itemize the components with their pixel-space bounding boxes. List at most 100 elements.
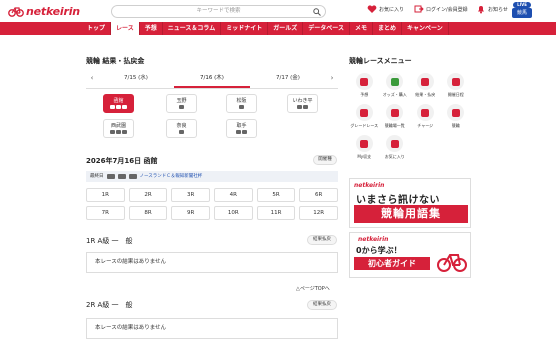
chart-icon	[355, 135, 373, 152]
race-number-grid: 1R 2R 3R 4R 5R 6R 7R 8R 9R 10R 11R 12R	[86, 188, 338, 220]
venue-label: 函館	[113, 98, 124, 104]
prev-date-arrow[interactable]: ‹	[86, 68, 98, 88]
search-icon[interactable]	[313, 8, 321, 16]
menu-item-result[interactable]: 結果・払戻	[410, 73, 441, 98]
coin-icon	[416, 73, 434, 90]
odds-icon	[386, 73, 404, 90]
star-icon	[386, 135, 404, 152]
menu-label: 結果・払戻	[415, 92, 436, 97]
schedule-button[interactable]: 開催種	[313, 155, 337, 165]
bicycle-icon	[437, 254, 467, 272]
favorites-link[interactable]: お気に入り	[367, 4, 404, 14]
race-button-11r[interactable]: 11R	[256, 206, 296, 220]
notice-label: お知らせ	[488, 6, 508, 13]
banner-logo: netkeirin	[354, 182, 385, 189]
race-button-10r[interactable]: 10R	[214, 206, 253, 220]
result-payout-button[interactable]: 結果払戻	[307, 235, 337, 245]
nav-item[interactable]: データベース	[303, 22, 350, 35]
banner-line2: 初心者ガイド	[354, 257, 430, 270]
date-tab-0716[interactable]: 7/16 (木)	[174, 68, 250, 88]
nav-item[interactable]: ミッドナイト	[221, 22, 269, 35]
venue-tamano[interactable]: 玉野	[166, 94, 197, 113]
venue-badges	[104, 105, 133, 109]
menu-item-velodromes[interactable]: 競輪場一覧	[380, 104, 411, 129]
beginner-guide-banner[interactable]: netkeirin 0から学ぶ！ 初心者ガイド	[349, 232, 471, 278]
menu-item-keirin[interactable]: 競輪	[441, 104, 472, 129]
menu-label: 予想	[360, 92, 369, 97]
page-top-link[interactable]: △ページTOPへ	[296, 285, 330, 292]
race-button-6r[interactable]: 6R	[299, 188, 338, 202]
nav-item[interactable]: メモ	[350, 22, 374, 35]
login-label: ログイン/会員登録	[426, 6, 468, 13]
race-button-8r[interactable]: 8R	[128, 206, 168, 220]
venue-matsusaka[interactable]: 松阪	[226, 94, 257, 113]
venue-iwakidaira[interactable]: いわき平	[287, 94, 318, 113]
calendar-icon	[447, 73, 465, 90]
logo-text: netkeirin	[26, 4, 80, 18]
nav-item[interactable]: まとめ	[373, 22, 403, 35]
glossary-banner[interactable]: netkeirin いまさら訊けない 競輪用語集	[349, 178, 471, 228]
bell-icon	[478, 6, 484, 14]
race-1r-title: 1R A級 一 般	[86, 237, 133, 245]
venue-label: 松阪	[236, 98, 247, 104]
race-button-9r[interactable]: 9R	[171, 206, 210, 220]
race-button-5r[interactable]: 5R	[256, 188, 296, 202]
nav-item[interactable]: キャンペーン	[402, 22, 449, 35]
nav-item[interactable]: 予想	[140, 22, 163, 35]
venue-badges	[288, 105, 317, 109]
heart-icon	[367, 5, 377, 13]
race-button-12r[interactable]: 12R	[299, 206, 338, 220]
section-title: 競輪 結果・払戻金	[86, 57, 145, 65]
nav-item[interactable]: トップ	[82, 22, 112, 35]
day-label: 最終日	[90, 174, 104, 179]
menu-item-charge[interactable]: チャージ	[410, 104, 441, 129]
menu-label: 競輪場一覧	[384, 123, 405, 128]
menu-label: グレードレース	[350, 123, 379, 128]
race-button-4r[interactable]: 4R	[214, 188, 253, 202]
race-button-1r[interactable]: 1R	[86, 188, 125, 202]
menu-item-yosou[interactable]: 予想	[349, 73, 380, 98]
race-series-link[interactable]: ノースランドＣ＆報知新聞社杯	[140, 171, 203, 182]
live-keiba-button[interactable]: LIVE 競馬	[511, 2, 533, 19]
notice-link[interactable]: お知らせ	[476, 4, 508, 14]
race-day-title: 2026年7月16日 函館	[86, 157, 158, 165]
site-logo[interactable]: netkeirin	[8, 3, 80, 19]
menu-item-favorites[interactable]: お気に入り	[380, 135, 411, 160]
result-payout-button[interactable]: 結果払戻	[307, 300, 337, 310]
race-button-7r[interactable]: 7R	[86, 206, 125, 220]
menu-item-odds[interactable]: オッズ・購入	[380, 73, 411, 98]
menu-item-grade[interactable]: グレードレース	[349, 104, 380, 129]
next-date-arrow[interactable]: ›	[326, 68, 338, 88]
nav-item[interactable]: ニュース＆コラム	[163, 22, 222, 35]
banner-line1: 0から学ぶ！	[356, 246, 402, 255]
login-link[interactable]: ログイン/会員登録	[414, 4, 468, 14]
venue-hakodate[interactable]: 函館	[103, 94, 134, 113]
venue-badges	[227, 105, 256, 109]
nav-item[interactable]: レース	[111, 22, 140, 35]
menu-label: オッズ・購入	[382, 92, 407, 97]
time-badge	[128, 174, 137, 179]
venue-badges	[167, 130, 196, 134]
site-header: netkeirin キーワードで検索 お気に入り ログイン/会員登録 お知らせ …	[0, 0, 556, 22]
search-input[interactable]: キーワードで検索	[111, 5, 326, 18]
trophy-icon	[355, 104, 373, 121]
date-tab-0715[interactable]: 7/15 (水)	[98, 68, 174, 88]
venue-toride[interactable]: 取手	[226, 119, 257, 138]
menu-label: お気に入り	[384, 154, 405, 159]
race-button-2r[interactable]: 2R	[128, 188, 168, 202]
no-result-message: 本レースの結果はありません	[86, 252, 338, 273]
menu-label: 開催日程	[447, 92, 464, 97]
venue-label: 奈良	[176, 123, 187, 129]
venue-badges	[104, 130, 133, 134]
venue-badges	[167, 105, 196, 109]
no-result-message: 本レースの結果はありません	[86, 318, 338, 339]
venue-seibuen[interactable]: 西武園	[103, 119, 134, 138]
nav-item[interactable]: ガールズ	[268, 22, 304, 35]
menu-item-balance[interactable]: My収支	[349, 135, 380, 160]
venue-nara[interactable]: 奈良	[166, 119, 197, 138]
date-tab-0717[interactable]: 7/17 (金)	[250, 68, 326, 88]
race-button-3r[interactable]: 3R	[171, 188, 210, 202]
race-menu-grid: 予想 オッズ・購入 結果・払戻 開催日程 グレードレース 競輪場一覧 チャージ …	[349, 73, 471, 160]
menu-item-schedule[interactable]: 開催日程	[441, 73, 472, 98]
race-2r-title: 2R A級 一 般	[86, 301, 133, 309]
